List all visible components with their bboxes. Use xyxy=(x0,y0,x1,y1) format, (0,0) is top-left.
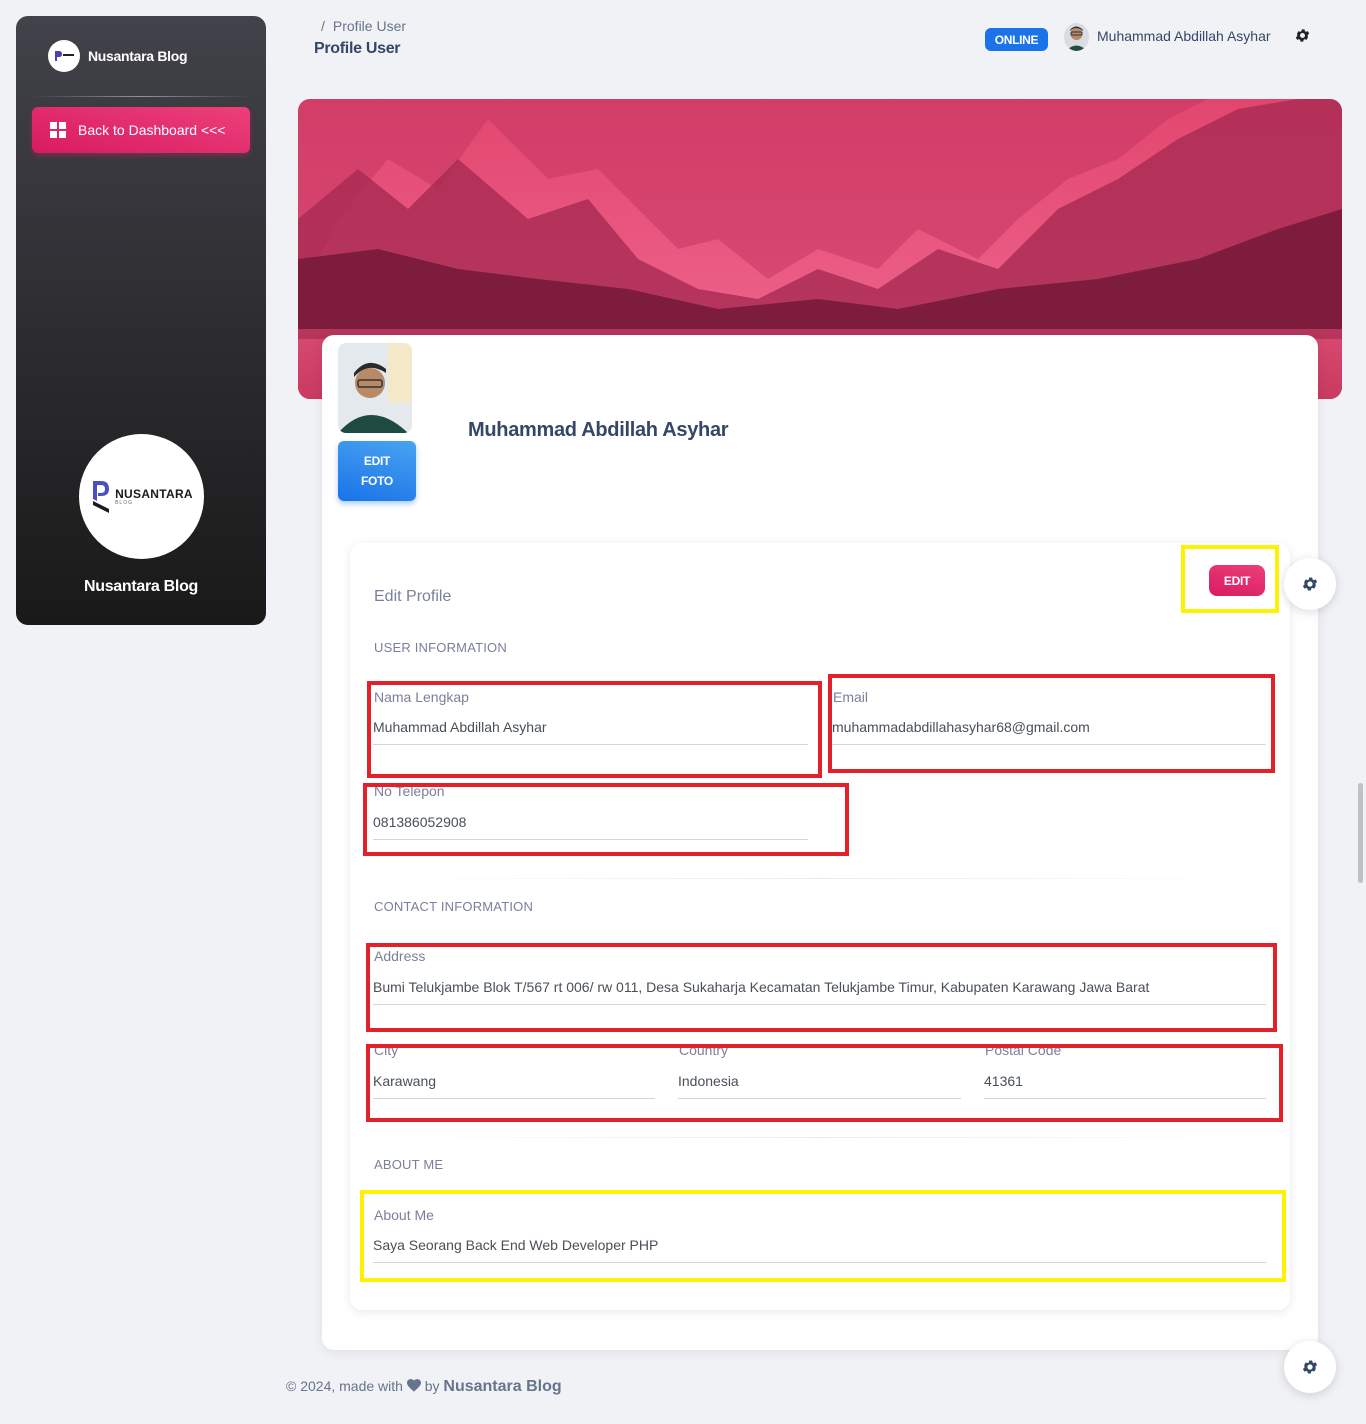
footer-by: by xyxy=(424,1378,440,1394)
brand-logo-icon xyxy=(48,40,80,72)
nav-avatar[interactable] xyxy=(1064,23,1089,51)
breadcrumb-current: Profile User xyxy=(332,18,407,34)
footer-prefix: © 2024, made with xyxy=(286,1378,403,1394)
sidebar-brand[interactable]: Nusantara Blog xyxy=(16,16,266,96)
dashboard-icon xyxy=(50,122,66,138)
section-contact-information: CONTACT INFORMATION xyxy=(374,899,534,914)
sidebar-divider xyxy=(32,96,250,97)
page-title: Profile User xyxy=(314,40,401,57)
back-to-dashboard-label: Back to Dashboard <<< xyxy=(78,122,226,138)
highlight-city-country-postal xyxy=(366,1044,1283,1122)
highlight-nama-lengkap xyxy=(367,681,822,778)
heart-icon xyxy=(406,1379,421,1392)
gear-icon xyxy=(1302,1360,1318,1374)
page-scrollbar[interactable] xyxy=(1358,783,1363,883)
divider xyxy=(374,1137,1266,1138)
sidebar-logo: NUSANTARA BLOG xyxy=(79,434,204,559)
footer-brand-link[interactable]: Nusantara Blog xyxy=(443,1378,561,1395)
sidebar: Nusantara Blog Back to Dashboard <<< NUS… xyxy=(16,16,266,625)
settings-gear-icon[interactable] xyxy=(1294,27,1311,44)
section-about-me: ABOUT ME xyxy=(374,1157,444,1172)
profile-name: Muhammad Abdillah Asyhar xyxy=(468,419,729,441)
highlight-no-telepon xyxy=(363,783,849,856)
configurator-gear-button[interactable] xyxy=(1284,558,1336,610)
logo-word: NUSANTARA xyxy=(115,486,193,501)
breadcrumb: / Profile User xyxy=(321,18,406,34)
sidebar-footer-name: Nusantara Blog xyxy=(83,578,199,595)
breadcrumb-separator: / xyxy=(321,18,325,34)
nav-user-name[interactable]: Muhammad Abdillah Asyhar xyxy=(1097,28,1271,44)
divider xyxy=(374,878,1266,879)
configurator-gear-button-bottom[interactable] xyxy=(1284,1341,1336,1393)
highlight-address xyxy=(366,943,1277,1032)
brand-name: Nusantara Blog xyxy=(88,48,188,64)
edit-profile-title: Edit Profile xyxy=(374,588,452,605)
status-badge: ONLINE xyxy=(985,28,1048,51)
back-to-dashboard-button[interactable]: Back to Dashboard <<< xyxy=(32,107,250,153)
nusantara-logo-icon xyxy=(93,480,110,513)
highlight-about-me xyxy=(360,1190,1286,1282)
edit-photo-label: EDIT FOTO xyxy=(361,454,393,488)
highlight-edit-button xyxy=(1181,545,1279,613)
footer: © 2024, made with by Nusantara Blog xyxy=(286,1378,562,1396)
gear-icon xyxy=(1302,577,1318,591)
profile-avatar xyxy=(338,343,412,433)
section-user-information: USER INFORMATION xyxy=(374,640,507,655)
edit-photo-button[interactable]: EDIT FOTO xyxy=(338,441,416,501)
highlight-email xyxy=(828,674,1275,773)
